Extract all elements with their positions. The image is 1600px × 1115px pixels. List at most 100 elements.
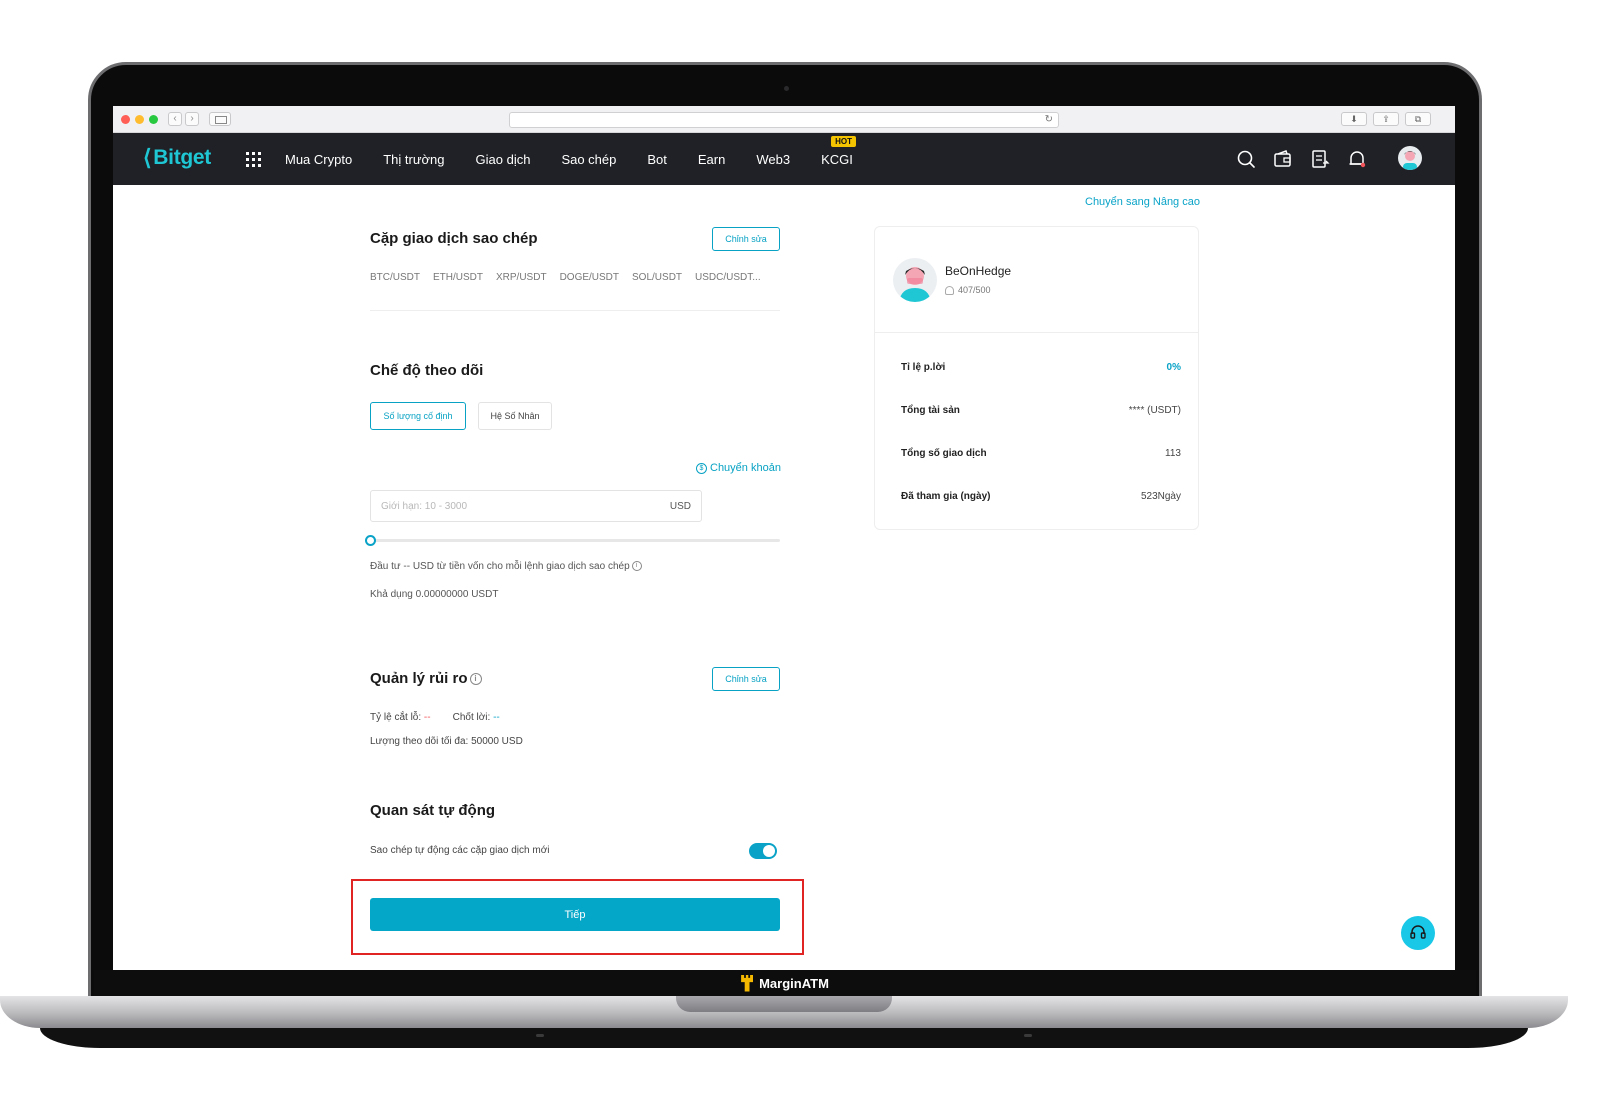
bitget-logo[interactable]: ⟨ Bitget: [143, 145, 211, 171]
hot-badge: HOT: [831, 135, 856, 147]
stat-label: Tổng tài sản: [901, 405, 960, 416]
amount-slider-track[interactable]: [370, 539, 780, 542]
amount-input[interactable]: [371, 491, 651, 521]
trader-header: BeOnHedge 407/500: [875, 227, 1198, 333]
laptop-base-shadow: [40, 1026, 1528, 1048]
back-button[interactable]: ‹: [168, 112, 182, 126]
headset-icon: [1410, 925, 1426, 939]
risk-values: Tỷ lệ cắt lỗ: -- Chốt lời: --: [370, 712, 500, 723]
transfer-link[interactable]: $ Chuyển khoản: [696, 462, 781, 474]
address-bar[interactable]: ↻: [509, 112, 1059, 128]
sidebar-toggle-button[interactable]: [209, 112, 231, 126]
trader-followers: 407/500: [945, 285, 991, 295]
stat-value: **** (USDT): [1128, 405, 1181, 416]
follow-mode-title: Chế độ theo dõi: [370, 362, 484, 379]
bell-icon[interactable]: [1346, 148, 1368, 170]
info-icon[interactable]: i: [469, 673, 482, 686]
user-avatar[interactable]: [1398, 146, 1422, 170]
edit-risk-button[interactable]: Chỉnh sửa: [712, 667, 780, 691]
close-window-button[interactable]: [121, 115, 130, 124]
amount-slider-thumb[interactable]: [365, 535, 376, 546]
downloads-icon[interactable]: ⬇: [1341, 112, 1367, 126]
laptop-foot: [1024, 1034, 1032, 1037]
amount-field[interactable]: USD: [370, 490, 702, 522]
user-avatar-icon: [1403, 151, 1417, 170]
info-icon[interactable]: i: [631, 561, 642, 572]
watermark-text: MarginATM: [759, 975, 829, 991]
pair-item: ETH/USDT: [433, 272, 483, 283]
stat-value: 523Ngày: [1140, 491, 1181, 502]
followers-count: 407/500: [958, 285, 991, 295]
menu-item-markets[interactable]: Thị trường: [383, 152, 444, 167]
risk-management-title: Quản lý rủi ro i: [370, 670, 482, 687]
take-profit-value: --: [493, 712, 500, 723]
forward-button[interactable]: ›: [185, 112, 199, 126]
mode-fixed-amount-button[interactable]: Số lượng cố định: [370, 402, 466, 430]
stat-label: Tỉ lệ p.lời: [901, 362, 946, 373]
edit-pairs-button[interactable]: Chỉnh sửa: [712, 227, 780, 251]
section-divider: [370, 310, 780, 311]
laptop-notch: [676, 996, 892, 1012]
laptop-foot: [536, 1034, 544, 1037]
available-balance: Khả dụng 0.00000000 USDT: [370, 589, 499, 600]
stat-row: Tổng tài sản **** (USDT): [901, 405, 1181, 416]
menu-item-bot[interactable]: Bot: [647, 152, 667, 167]
tabs-overview-icon[interactable]: ⧉: [1405, 112, 1431, 126]
stop-loss-label: Tỷ lệ cắt lỗ:: [370, 712, 422, 723]
trader-avatar-icon: [899, 267, 931, 302]
trader-card: BeOnHedge 407/500 Tỉ lệ p.lời 0% Tổng tà…: [874, 226, 1199, 530]
stat-label: Tổng số giao dịch: [901, 448, 987, 459]
transfer-icon: $: [696, 462, 707, 474]
camera: [784, 86, 789, 91]
stat-row: Tỉ lệ p.lời 0%: [901, 362, 1181, 373]
followers-icon: [945, 285, 954, 295]
pair-item: BTC/USDT: [370, 272, 420, 283]
marginatm-logo-icon: [741, 974, 754, 992]
copy-pairs-title: Cặp giao dịch sao chép: [370, 230, 538, 247]
menu-item-earn[interactable]: Earn: [698, 152, 725, 167]
menu-item-trade[interactable]: Giao dịch: [476, 152, 531, 167]
pair-item: XRP/USDT: [496, 272, 547, 283]
menu-item-buy-crypto[interactable]: Mua Crypto: [285, 152, 352, 167]
search-icon[interactable]: [1235, 148, 1257, 170]
menu-item-copy-trading[interactable]: Sao chép: [561, 152, 616, 167]
apps-grid-icon[interactable]: [246, 152, 261, 167]
logo-text: Bitget: [153, 146, 211, 169]
trader-avatar[interactable]: [893, 258, 937, 302]
watermark-brand: MarginATM: [94, 970, 1476, 996]
minimize-window-button[interactable]: [135, 115, 144, 124]
take-profit: Chốt lời: --: [453, 712, 500, 723]
auto-copy-toggle[interactable]: [749, 843, 777, 859]
stat-value: 0%: [1166, 362, 1181, 373]
stat-row: Tổng số giao dịch 113: [901, 448, 1181, 459]
pair-item: USDC/USDT...: [695, 272, 761, 283]
take-profit-label: Chốt lời:: [452, 712, 491, 723]
auto-watch-title: Quan sát tự động: [370, 802, 496, 819]
risk-title-text: Quản lý rủi ro: [370, 670, 468, 687]
trader-name[interactable]: BeOnHedge: [945, 264, 1011, 278]
next-button[interactable]: Tiếp: [370, 898, 780, 931]
reload-icon[interactable]: ↻: [1045, 114, 1053, 125]
amount-unit: USD: [669, 501, 691, 512]
orders-icon[interactable]: [1309, 148, 1331, 170]
pair-list: BTC/USDT ETH/USDT XRP/USDT DOGE/USDT SOL…: [370, 272, 761, 283]
stop-loss-value: --: [423, 712, 431, 723]
mode-multiplier-button[interactable]: Hệ Số Nhân: [478, 402, 552, 430]
main-menu: Mua Crypto Thị trường Giao dịch Sao chép…: [285, 133, 884, 185]
stat-value: 113: [1165, 448, 1181, 459]
bottom-bezel: MarginATM: [94, 970, 1476, 996]
browser-screen: ‹ › ↻ ⬇ ⇪ ⧉ ⟨ Bitget Mua Crypto Thị trườ…: [113, 106, 1455, 970]
switch-advanced-link[interactable]: Chuyển sang Nâng cao: [1085, 196, 1200, 208]
app-header: ⟨ Bitget Mua Crypto Thị trường Giao dịch…: [113, 133, 1455, 185]
menu-item-kcgi-label: KCGI: [821, 151, 853, 167]
menu-item-kcgi[interactable]: HOT KCGI: [821, 135, 856, 167]
share-icon[interactable]: ⇪: [1373, 112, 1399, 126]
stop-loss: Tỷ lệ cắt lỗ: --: [370, 712, 431, 723]
auto-copy-label: Sao chép tự động các cặp giao dịch mới: [370, 845, 550, 856]
menu-item-web3[interactable]: Web3: [756, 152, 790, 167]
wallet-icon[interactable]: [1272, 148, 1294, 170]
pair-item: DOGE/USDT: [559, 272, 620, 283]
support-chat-button[interactable]: [1401, 916, 1435, 950]
zoom-window-button[interactable]: [149, 115, 158, 124]
stat-row: Đã tham gia (ngày) 523Ngày: [901, 491, 1181, 502]
